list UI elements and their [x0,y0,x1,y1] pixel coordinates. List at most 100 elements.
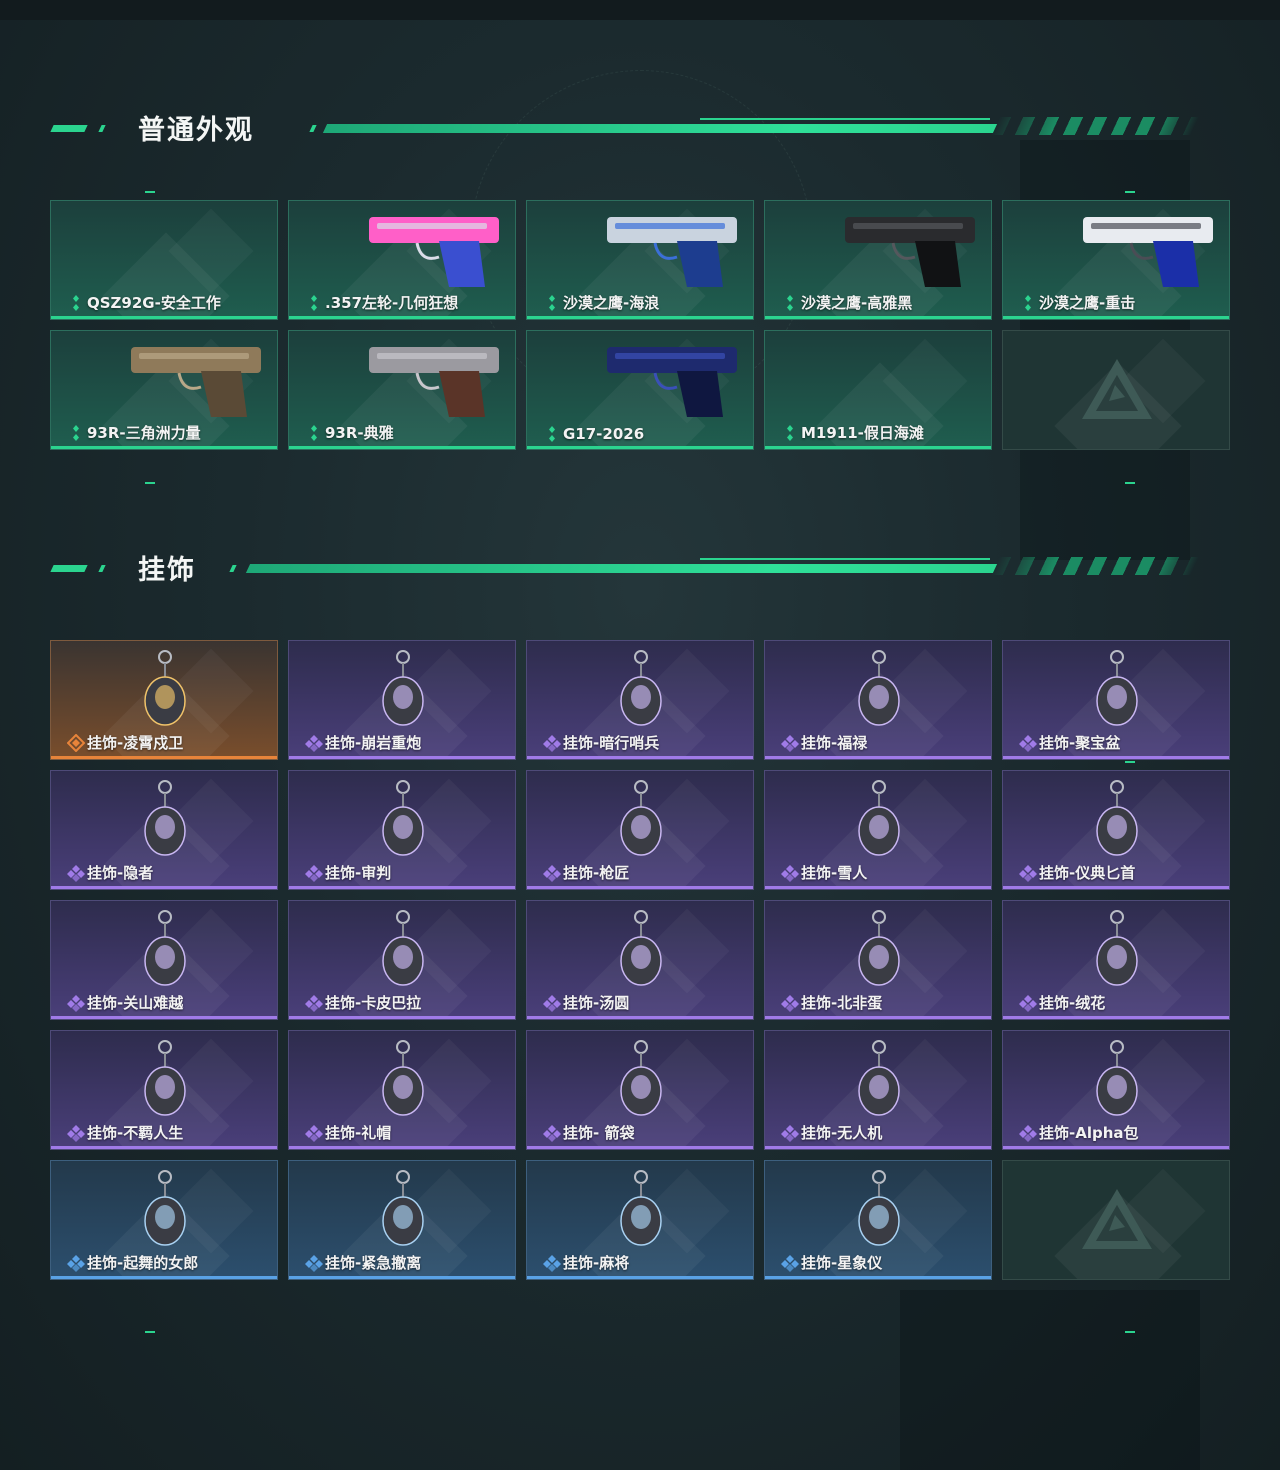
item-card[interactable]: M1911-假日海滩 [764,330,992,450]
rarity-bar [289,1276,515,1279]
green-rarity-icon [787,424,793,441]
header-dash [50,565,88,572]
item-label: M1911-假日海滩 [781,422,924,443]
item-card[interactable]: 沙漠之鹰-海浪 [526,200,754,320]
item-label: 挂饰-礼帽 [305,1122,391,1143]
item-card[interactable]: 挂饰- 箭袋 [526,1030,754,1150]
item-name: 沙漠之鹰-海浪 [563,294,660,312]
item-card[interactable]: 挂饰-雪人 [764,770,992,890]
item-name: 挂饰-凌霄戍卫 [87,734,184,752]
item-card[interactable]: QSZ92G-安全工作 [50,200,278,320]
header-thin-line [700,558,990,560]
purple-rarity-icon [781,1124,799,1142]
item-image [858,650,900,726]
item-card[interactable]: 挂饰-卡皮巴拉 [288,900,516,1020]
item-card[interactable]: 挂饰-关山难越 [50,900,278,1020]
item-image [607,217,737,287]
purple-rarity-icon [67,864,85,882]
rarity-bar [765,446,991,449]
item-card[interactable]: 挂饰-星象仪 [764,1160,992,1280]
item-name: 挂饰-隐者 [87,864,154,882]
item-card[interactable]: 挂饰-枪匠 [526,770,754,890]
item-card[interactable]: 挂饰-Alpha包 [1002,1030,1230,1150]
item-label: .357左轮-几何狂想 [305,292,458,313]
rarity-bar [289,1016,515,1019]
item-card[interactable]: 挂饰-起舞的女郎 [50,1160,278,1280]
item-label: 沙漠之鹰-海浪 [543,292,659,313]
rarity-bar [51,756,277,759]
item-name: 挂饰-绒花 [1039,994,1106,1012]
item-image [369,347,499,417]
placeholder-logo-icon [1082,359,1152,419]
item-image [620,780,662,856]
item-label: 挂饰-福禄 [781,732,867,753]
item-image [620,650,662,726]
item-card[interactable]: 挂饰-无人机 [764,1030,992,1150]
placeholder-logo-icon [1082,1189,1152,1249]
item-label: 挂饰-无人机 [781,1122,882,1143]
item-label: 挂饰-枪匠 [543,862,629,883]
item-card[interactable]: 挂饰-崩岩重炮 [288,640,516,760]
weapon-skin-grid: QSZ92G-安全工作 .357左轮-几何狂想 沙漠之鹰-海浪 沙漠之鹰-高雅黑 沙漠之… [50,200,1230,450]
item-name: 挂饰-礼帽 [325,1124,392,1142]
header-line [245,564,998,573]
rarity-bar [289,1146,515,1149]
item-image [144,1170,186,1246]
item-name: 挂饰-起舞的女郎 [87,1254,199,1272]
item-image [1096,780,1138,856]
item-label: 挂饰-关山难越 [67,992,183,1013]
item-card[interactable]: 挂饰-礼帽 [288,1030,516,1150]
header-checker [990,117,1200,135]
item-card[interactable]: 挂饰-凌霄戍卫 [50,640,278,760]
rarity-bar [765,756,991,759]
rarity-bar [1003,756,1229,759]
item-name: 挂饰-星象仪 [801,1254,883,1272]
item-label: 沙漠之鹰-重击 [1019,292,1135,313]
orange-rarity-icon [67,733,85,752]
item-card[interactable]: 沙漠之鹰-重击 [1002,200,1230,320]
item-image [858,1040,900,1116]
item-card[interactable]: 挂饰-北非蛋 [764,900,992,1020]
header-dash [229,565,237,572]
item-card[interactable]: 挂饰-审判 [288,770,516,890]
item-name: 挂饰-崩岩重炮 [325,734,422,752]
item-card[interactable]: 93R-三角洲力量 [50,330,278,450]
item-name: 沙漠之鹰-高雅黑 [801,294,913,312]
item-label: 挂饰-Alpha包 [1019,1122,1139,1143]
corner-tick [1125,482,1135,484]
purple-rarity-icon [781,734,799,752]
item-card[interactable]: 挂饰-紧急撤离 [288,1160,516,1280]
item-card[interactable]: .357左轮-几何狂想 [288,200,516,320]
item-card[interactable]: 挂饰-聚宝盆 [1002,640,1230,760]
top-bar [0,0,1280,20]
item-card[interactable]: 挂饰-汤圆 [526,900,754,1020]
item-card[interactable]: 挂饰-不羁人生 [50,1030,278,1150]
item-card[interactable]: 挂饰-隐者 [50,770,278,890]
item-label: 挂饰-崩岩重炮 [305,732,421,753]
item-name: QSZ92G-安全工作 [87,294,221,312]
header-dash [98,125,106,132]
blue-rarity-icon [305,1254,323,1272]
item-card[interactable]: 挂饰-麻将 [526,1160,754,1280]
item-card[interactable]: G17-2026 [526,330,754,450]
item-card[interactable]: 挂饰-暗行哨兵 [526,640,754,760]
item-image [382,1170,424,1246]
item-name: 挂饰-仪典匕首 [1039,864,1136,882]
item-name: 93R-三角洲力量 [87,424,201,442]
empty-slot [1002,1160,1230,1280]
item-image [858,780,900,856]
green-rarity-icon [73,294,79,311]
item-image [1096,910,1138,986]
item-card[interactable]: 挂饰-绒花 [1002,900,1230,1020]
item-card[interactable]: 挂饰-仪典匕首 [1002,770,1230,890]
item-card[interactable]: 挂饰-福禄 [764,640,992,760]
purple-rarity-icon [543,1124,561,1142]
item-name: 挂饰-审判 [325,864,392,882]
purple-rarity-icon [67,1124,85,1142]
background-shape [900,1290,1200,1470]
item-card[interactable]: 93R-典雅 [288,330,516,450]
corner-tick [145,191,155,193]
item-image [144,910,186,986]
item-card[interactable]: 沙漠之鹰-高雅黑 [764,200,992,320]
purple-rarity-icon [781,864,799,882]
